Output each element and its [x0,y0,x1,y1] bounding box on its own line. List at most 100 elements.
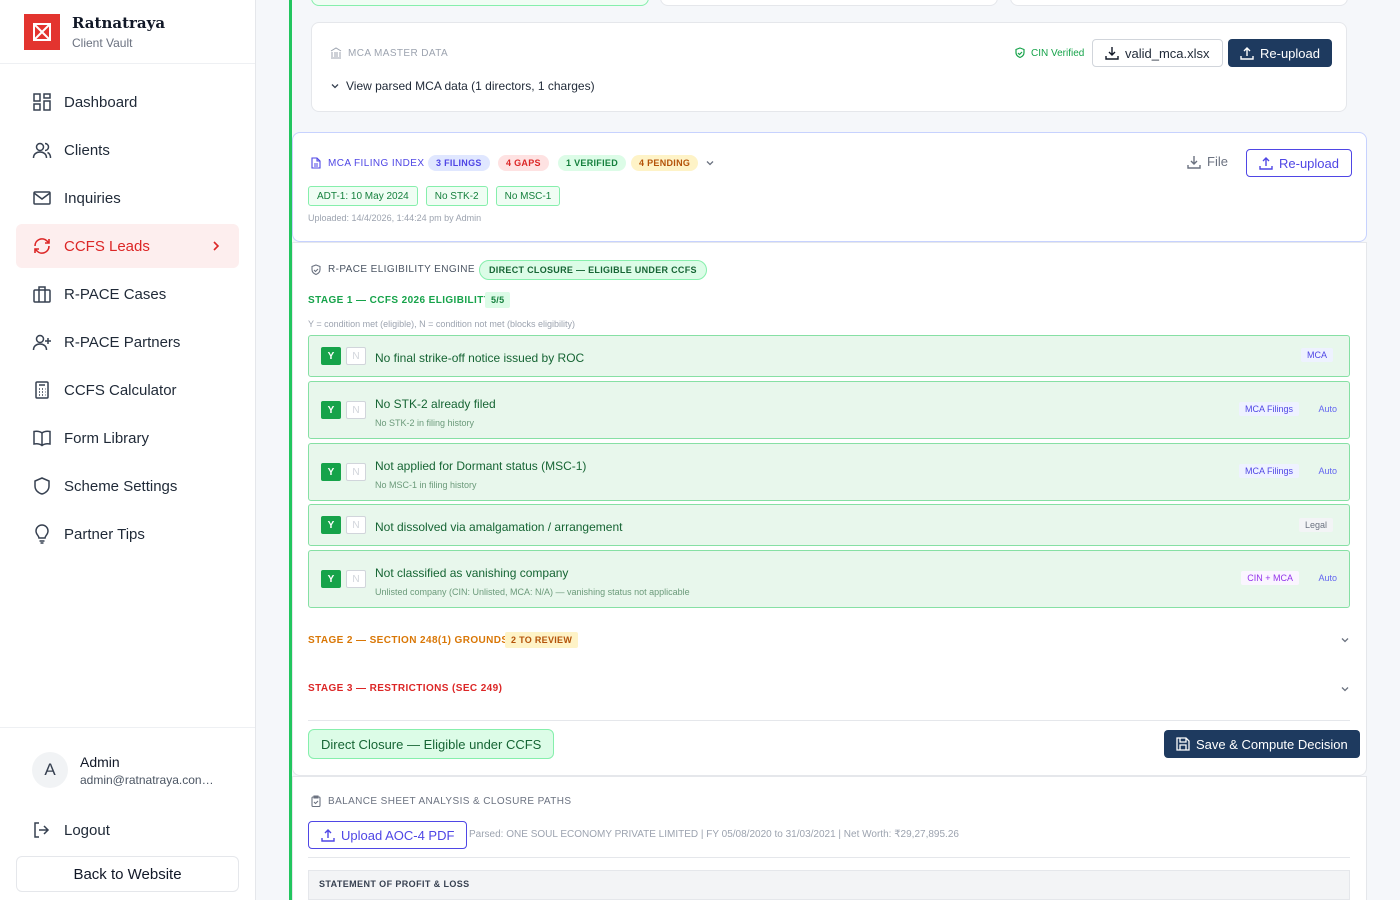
save-compute-button[interactable]: Save & Compute Decision [1164,730,1360,758]
condition-row: Y N Not dissolved via amalgamation / arr… [308,504,1350,546]
source-badge: MCA Filings [1238,464,1299,478]
reupload-label: Re-upload [1279,155,1339,171]
stage2-review-badge: 2 TO REVIEW [505,632,579,648]
sidebar-item-rpace-partners[interactable]: R-PACE Partners [16,320,239,364]
book-icon [33,430,51,447]
view-parsed-toggle[interactable]: View parsed MCA data (1 directors, 1 cha… [330,79,595,93]
upload-icon [1259,157,1273,170]
filing-tag: ADT-1: 10 May 2024 [308,186,418,206]
no-toggle[interactable]: N [346,570,366,588]
reupload-button[interactable]: Re-upload [1228,39,1332,67]
condition-subtitle: No STK-2 in filing history [375,418,475,428]
condition-title: Not applied for Dormant status (MSC-1) [375,459,587,473]
result-badge: DIRECT CLOSURE — ELIGIBLE UNDER CCFS [479,260,707,280]
sidebar-item-dashboard[interactable]: Dashboard [16,80,239,124]
sidebar-item-rpace-cases[interactable]: R-PACE Cases [16,272,239,316]
sidebar-item-label: CCFS Leads [64,237,150,255]
brand-name: Ratnatraya [72,13,166,32]
condition-title: No STK-2 already filed [375,397,496,411]
sidebar-item-form-library[interactable]: Form Library [16,416,239,460]
no-toggle[interactable]: N [346,401,366,419]
toggle-label: View parsed MCA data (1 directors, 1 cha… [346,79,595,93]
yes-toggle[interactable]: Y [321,570,341,588]
dashboard-icon [33,93,51,111]
condition-row: Y N Not classified as vanishing company … [308,550,1350,608]
chevron-down-icon [1341,687,1349,692]
file-name: valid_mca.xlsx [1125,45,1210,61]
avatar: A [32,752,68,788]
briefcase-icon [33,286,51,303]
divider [308,857,1350,858]
reupload-button[interactable]: Re-upload [1246,149,1352,177]
chevron-down-icon [1341,638,1349,643]
main-content: MCA MASTER DATA CIN Verified valid_mca.x… [256,0,1400,900]
sidebar-item-clients[interactable]: Clients [16,128,239,172]
clipboard-icon [311,795,321,807]
user-profile[interactable]: A Admin admin@ratnatraya.con… [16,728,239,812]
brand[interactable]: Ratnatraya Client Vault [0,0,255,64]
upload-icon [1240,47,1254,60]
refresh-icon [34,238,50,254]
upload-icon [321,829,335,842]
mca-master-card: MCA MASTER DATA CIN Verified valid_mca.x… [311,22,1347,112]
no-toggle[interactable]: N [346,347,366,365]
source-badge: MCA Filings [1238,402,1299,416]
sidebar-item-ccfs-calculator[interactable]: CCFS Calculator [16,368,239,412]
brand-subtitle: Client Vault [72,35,133,50]
no-toggle[interactable]: N [346,463,366,481]
sidebar-item-label: R-PACE Partners [64,333,181,351]
decision-badge: Direct Closure — Eligible under CCFS [308,729,555,759]
source-badge: MCA [1301,348,1333,362]
sidebar-item-partner-tips[interactable]: Partner Tips [16,512,239,556]
download-file-button[interactable]: valid_mca.xlsx [1092,39,1223,67]
sidebar-item-label: Clients [64,141,110,159]
pending-count-badge: 4 PENDING [631,155,699,171]
section-title: MCA FILING INDEX [328,158,425,169]
cin-verified-label: CIN Verified [1031,48,1085,59]
source-badge: Legal [1298,518,1333,532]
section-title: BALANCE SHEET ANALYSIS & CLOSURE PATHS [328,796,572,807]
stage3-header[interactable]: STAGE 3 — RESTRICTIONS (SEC 249) [308,676,1350,700]
yes-toggle[interactable]: Y [321,516,341,534]
divider [308,720,1350,721]
download-icon [1105,47,1119,60]
condition-subtitle: No MSC-1 in filing history [375,480,477,490]
users-icon [32,142,52,159]
sidebar-item-label: Partner Tips [64,525,145,543]
yes-toggle[interactable]: Y [321,347,341,365]
condition-row: Y N No final strike-off notice issued by… [308,335,1350,377]
user-plus-icon [32,334,51,351]
mail-icon [33,191,51,205]
balance-sheet-card: BALANCE SHEET ANALYSIS & CLOSURE PATHS U… [292,776,1367,900]
sidebar-item-scheme-settings[interactable]: Scheme Settings [16,464,239,508]
yn-legend: Y = condition met (eligible), N = condit… [308,319,575,329]
section-title: R-PACE ELIGIBILITY ENGINE [328,264,475,275]
sidebar-item-label: CCFS Calculator [64,381,177,399]
upload-aoc4-button[interactable]: Upload AOC-4 PDF [308,821,468,849]
file-label: File [1207,154,1228,169]
parsed-summary: Parsed: ONE SOUL ECONOMY PRIVATE LIMITED… [469,829,959,840]
summary-card [1010,0,1348,6]
no-toggle[interactable]: N [346,516,366,534]
file-download-button[interactable]: File [1187,154,1228,169]
stage2-header[interactable]: STAGE 2 — SECTION 248(1) GROUNDS 2 TO RE… [308,628,1350,652]
chevron-down-icon [331,84,339,89]
bank-icon [330,47,342,59]
yes-toggle[interactable]: Y [321,401,341,419]
logout-label: Logout [64,821,110,839]
filings-count-badge: 3 FILINGS [428,155,490,171]
filing-tag: No STK-2 [425,186,488,206]
sidebar-item-ccfs-leads[interactable]: CCFS Leads [16,224,239,268]
condition-subtitle: Unlisted company (CIN: Unlisted, MCA: N/… [375,587,690,597]
chevron-down-icon[interactable] [705,158,715,168]
chevron-right-icon [213,241,220,251]
sidebar-item-label: Form Library [64,429,150,447]
back-to-website-button[interactable]: Back to Website [16,856,239,892]
condition-row: Y N Not applied for Dormant status (MSC-… [308,443,1350,501]
sidebar-item-inquiries[interactable]: Inquiries [16,176,239,220]
auto-label: Auto [1318,404,1337,414]
sidebar-nav: Dashboard Clients Inquiries CCFS Leads R… [0,64,255,576]
stage1-title[interactable]: STAGE 1 — CCFS 2026 ELIGIBILITY [308,295,491,306]
logout-button[interactable]: Logout [16,812,239,848]
yes-toggle[interactable]: Y [321,463,341,481]
